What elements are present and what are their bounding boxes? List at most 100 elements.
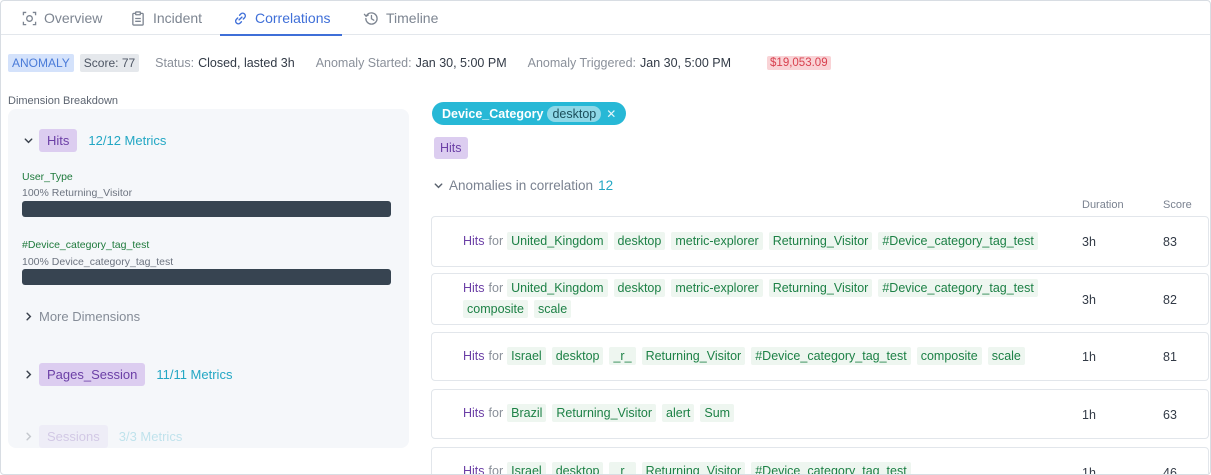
column-header-score: Score: [1163, 199, 1192, 211]
for-word: for: [488, 281, 504, 295]
dimension-chip: Returning_Visitor: [641, 347, 746, 365]
dimension-chip: Returning_Visitor: [641, 462, 746, 474]
column-header-duration: Duration: [1082, 199, 1124, 211]
metric-group-pages-session[interactable]: Pages_Session 11/11 Metrics: [22, 363, 232, 386]
dimension-name: User_Type: [22, 171, 73, 183]
dimension-chip: United_Kingdom: [507, 232, 608, 250]
dimension-chip: #Device_category_tag_test: [751, 347, 911, 365]
correlation-description: Hits for Israel desktop _r_ Returning_Vi…: [463, 347, 1048, 365]
status-label: Status:: [155, 56, 195, 70]
anomaly-type-badge: ANOMALY: [8, 54, 74, 72]
metric-count: 11/11 Metrics: [156, 367, 233, 382]
metric-chip: Sessions: [39, 425, 108, 448]
for-word: for: [488, 349, 504, 363]
anomaly-started-value: Jan 30, 5:00 PM: [415, 56, 507, 70]
dimension-chip: alert: [662, 404, 695, 422]
correlation-row[interactable]: Hits for Israel desktop _r_ Returning_Vi…: [431, 332, 1209, 381]
metric-chip: Pages_Session: [39, 363, 146, 386]
score-badge: Score: 77: [79, 54, 140, 72]
section-title: Anomalies in correlation: [449, 178, 594, 193]
chevron-right-icon: [22, 311, 34, 323]
chevron-right-icon: [22, 431, 34, 443]
dimension-chip: desktop: [551, 347, 604, 365]
anomalies-in-correlation-toggle[interactable]: Anomalies in correlation 12: [432, 178, 613, 193]
duration-value: 1h: [1082, 466, 1096, 475]
dimension-name: #Device_category_tag_test: [22, 239, 150, 251]
for-word: for: [488, 464, 504, 475]
chevron-right-icon: [22, 369, 34, 381]
dimension-chip: metric-explorer: [671, 232, 763, 250]
anomaly-triggered-label: Anomaly Triggered:: [527, 56, 636, 70]
more-dimensions-toggle[interactable]: More Dimensions: [22, 309, 140, 324]
dimension-share-bar: [22, 269, 391, 285]
tab-timeline[interactable]: Timeline: [363, 1, 438, 35]
dimension-share-bar: [22, 201, 391, 217]
anomaly-started-label: Anomaly Started:: [315, 56, 412, 70]
duration-value: 3h: [1082, 235, 1096, 249]
tab-incident[interactable]: Incident: [130, 1, 202, 35]
score-value: 63: [1163, 408, 1177, 422]
close-icon[interactable]: ✕: [606, 107, 616, 121]
anomaly-triggered-value: Jan 30, 5:00 PM: [640, 56, 732, 70]
score-value: 83: [1163, 235, 1177, 249]
tab-label: Overview: [44, 10, 103, 26]
metric-name: Hits: [463, 406, 485, 420]
metric-name: Hits: [463, 349, 485, 363]
duration-value: 1h: [1082, 350, 1096, 364]
anomaly-status-row: ANOMALY Score: 77 Status: Closed, lasted…: [8, 54, 831, 72]
dimension-chip: _r_: [609, 347, 636, 365]
tab-label: Timeline: [386, 10, 439, 26]
dimension-chip: metric-explorer: [671, 279, 763, 297]
history-icon: [363, 10, 379, 26]
duration-value: 1h: [1082, 408, 1096, 422]
dimension-breakdown-panel: Hits 12/12 Metrics User_Type 100% Return…: [8, 109, 409, 448]
metric-group-sessions[interactable]: Sessions 3/3 Metrics: [22, 425, 182, 448]
dimension-chip: #Device_category_tag_test: [751, 462, 911, 474]
dimension-share: 100% Returning_Visitor: [22, 187, 133, 199]
chevron-down-icon: [432, 180, 444, 192]
dimension-chip: _r_: [609, 462, 636, 474]
dimension-chip: Israel: [507, 347, 546, 365]
chevron-down-icon: [22, 135, 34, 147]
dimension-share: 100% Device_category_tag_test: [22, 256, 174, 268]
metric-name: Hits: [463, 281, 485, 295]
metric-group-hits[interactable]: Hits 12/12 Metrics: [22, 129, 166, 152]
for-word: for: [488, 234, 504, 248]
dimension-chip: #Device_category_tag_test: [878, 232, 1038, 250]
tab-label: Correlations: [255, 10, 331, 26]
link-icon: [232, 10, 248, 26]
correlation-description: Hits for Israel desktop _r_ Returning_Vi…: [463, 462, 1048, 475]
correlation-row[interactable]: Hits for United_Kingdom desktop metric-e…: [431, 216, 1209, 267]
dimension-chip: Returning_Visitor: [552, 404, 657, 422]
dimension-chip: desktop: [551, 462, 604, 474]
score-value: 81: [1163, 350, 1177, 364]
metric-count: 12/12 Metrics: [88, 133, 167, 148]
correlation-description: Hits for United_Kingdom desktop metric-e…: [463, 279, 1048, 318]
more-dimensions-label: More Dimensions: [39, 309, 141, 324]
dimension-filter-chip[interactable]: Device_Category desktop ✕: [432, 102, 627, 125]
correlation-row[interactable]: Hits for Brazil Returning_Visitor alert …: [431, 389, 1209, 439]
clipboard-icon: [130, 10, 146, 26]
correlation-row[interactable]: Hits for Israel desktop _r_ Returning_Vi…: [431, 447, 1209, 475]
dimension-chip: Sum: [700, 404, 735, 422]
filter-value: desktop: [547, 105, 602, 122]
metric-name: Hits: [463, 464, 485, 475]
tab-overview[interactable]: Overview: [21, 1, 102, 35]
score-value: 82: [1163, 293, 1177, 307]
filter-key: Device_Category: [442, 106, 544, 121]
overview-icon: [21, 10, 37, 26]
dimension-chip: scale: [987, 347, 1025, 365]
dimension-chip: Returning_Visitor: [768, 279, 873, 297]
status-value: Closed, lasted 3h: [198, 56, 295, 70]
tab-correlations[interactable]: Correlations: [219, 1, 344, 36]
cost-badge: $19,053.09: [767, 56, 831, 70]
dimension-chip: composite: [463, 300, 528, 318]
correlation-row[interactable]: Hits for United_Kingdom desktop metric-e…: [431, 273, 1209, 325]
dimension-chip: scale: [533, 300, 572, 318]
dimension-chip: #Device_category_tag_test: [878, 279, 1038, 297]
dimension-chip: Brazil: [507, 404, 547, 422]
metric-filter-chip[interactable]: Hits: [434, 137, 468, 159]
tab-label: Incident: [153, 10, 203, 26]
score-value: 46: [1163, 466, 1177, 475]
dimension-chip: United_Kingdom: [507, 279, 608, 297]
